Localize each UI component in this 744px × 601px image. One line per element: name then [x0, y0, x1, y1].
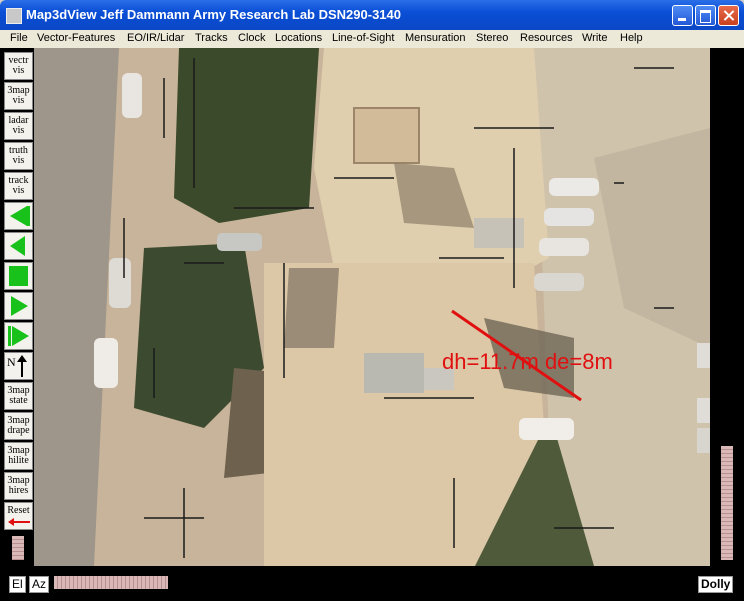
close-button[interactable]	[718, 5, 739, 26]
step-forward-icon	[8, 326, 29, 346]
map-hires-button[interactable]: 3map hires	[4, 472, 33, 500]
title-bar[interactable]: Map3dView Jeff Dammann Army Research Lab…	[0, 0, 744, 30]
menu-help[interactable]: Help	[620, 32, 643, 44]
elevation-slider[interactable]	[12, 536, 24, 560]
azimuth-slider[interactable]	[54, 576, 168, 589]
menu-write[interactable]: Write	[582, 32, 607, 44]
map-drape-button[interactable]: 3map drape	[4, 412, 33, 440]
menu-locations[interactable]: Locations	[275, 32, 322, 44]
north-arrow-button[interactable]: N	[4, 352, 33, 380]
menu-bar: File Vector-Features EO/IR/Lidar Tracks …	[0, 30, 744, 48]
aerial-imagery[interactable]	[34, 48, 710, 566]
menu-tracks[interactable]: Tracks	[195, 32, 228, 44]
menu-eo-ir-lidar[interactable]: EO/IR/Lidar	[127, 32, 184, 44]
menu-vector-features[interactable]: Vector-Features	[37, 32, 115, 44]
step-back-icon	[10, 206, 30, 226]
reset-button[interactable]: Reset	[4, 502, 33, 530]
track-vis-button[interactable]: track vis	[4, 172, 33, 200]
north-label: N	[7, 355, 16, 369]
menu-mensuration[interactable]: Mensuration	[405, 32, 466, 44]
ladar-vis-button[interactable]: ladar vis	[4, 112, 33, 140]
app-icon	[6, 8, 22, 24]
menu-resources[interactable]: Resources	[520, 32, 573, 44]
map-viewport[interactable]: vectr vis 3map vis ladar vis truth vis t…	[0, 48, 744, 601]
map-hilite-button[interactable]: 3map hilite	[4, 442, 33, 470]
truth-vis-button[interactable]: truth vis	[4, 142, 33, 170]
reset-label: Reset	[7, 505, 30, 516]
reverse-button[interactable]	[4, 232, 33, 260]
vectr-vis-button[interactable]: vectr vis	[4, 52, 33, 80]
reset-arrow-icon	[8, 518, 30, 526]
dolly-label: Dolly	[698, 576, 734, 593]
menu-file[interactable]: File	[10, 32, 28, 44]
reverse-icon	[10, 236, 25, 256]
menu-stereo[interactable]: Stereo	[476, 32, 508, 44]
menu-clock[interactable]: Clock	[238, 32, 266, 44]
measurement-text: dh=11.7m de=8m	[442, 349, 613, 374]
play-icon	[11, 296, 28, 316]
menu-line-of-sight[interactable]: Line-of-Sight	[332, 32, 394, 44]
dolly-slider[interactable]	[721, 446, 733, 560]
maximize-button[interactable]	[695, 5, 716, 26]
map-state-button[interactable]: 3map state	[4, 382, 33, 410]
stop-button[interactable]	[4, 262, 33, 290]
elevation-label: El	[9, 576, 26, 593]
step-back-button[interactable]	[4, 202, 33, 230]
minimize-button[interactable]	[672, 5, 693, 26]
azimuth-label: Az	[29, 576, 50, 593]
play-button[interactable]	[4, 292, 33, 320]
stop-icon	[9, 266, 28, 286]
window-title: Map3dView Jeff Dammann Army Research Lab…	[26, 7, 401, 22]
aerial-image-svg	[34, 48, 710, 566]
step-forward-button[interactable]	[4, 322, 33, 350]
map-vis-button[interactable]: 3map vis	[4, 82, 33, 110]
